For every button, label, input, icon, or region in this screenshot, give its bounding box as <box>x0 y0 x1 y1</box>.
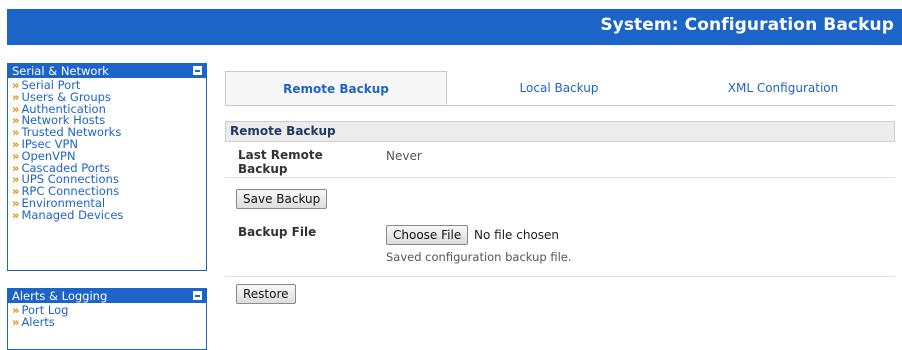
collapse-icon[interactable] <box>193 291 202 300</box>
sidebar-panel-title: Alerts & Logging <box>12 289 108 303</box>
last-remote-backup-row: Last Remote Backup Never <box>225 142 895 178</box>
backup-file-row: Backup File Choose File No file chosen S… <box>225 222 895 277</box>
sidebar-panel-title: Serial & Network <box>12 64 109 78</box>
tab-xml-configuration[interactable]: XML Configuration <box>671 71 895 105</box>
backup-file-label: Backup File <box>238 225 317 239</box>
sidebar-panel-header[interactable]: Serial & Network <box>8 64 206 78</box>
file-status-text: No file chosen <box>474 228 560 242</box>
page-title: System: Configuration Backup <box>600 15 894 35</box>
chevron-right-icon: » <box>12 207 20 222</box>
choose-file-button[interactable]: Choose File <box>386 225 469 245</box>
sidebar-item-managed-devices[interactable]: » Managed Devices <box>12 207 206 222</box>
last-remote-backup-value: Never <box>386 149 422 163</box>
tab-remote-backup[interactable]: Remote Backup <box>225 71 447 105</box>
file-picker: Choose File No file chosen <box>386 225 559 245</box>
section-title: Remote Backup <box>225 121 895 142</box>
sidebar-nav-list: » Port Log » Alerts <box>8 303 206 331</box>
sidebar-panel-serial-network: Serial & Network » Serial Port » Users & G… <box>7 63 207 271</box>
restore-row: Restore <box>225 277 895 317</box>
sidebar-panel-header[interactable]: Alerts & Logging <box>8 289 206 303</box>
backup-file-hint: Saved configuration backup file. <box>386 250 572 264</box>
sidebar-item-alerts[interactable]: » Alerts <box>12 314 206 329</box>
collapse-icon[interactable] <box>193 66 202 75</box>
save-backup-button[interactable]: Save Backup <box>236 189 328 209</box>
tab-bar: Remote Backup Local Backup XML Configura… <box>225 71 895 106</box>
page-header-bar: System: Configuration Backup <box>7 9 902 45</box>
sidebar-nav-list: » Serial Port » Users & Groups » Authentica… <box>8 78 206 224</box>
main-content: Remote Backup Local Backup XML Configura… <box>225 71 895 317</box>
restore-button[interactable]: Restore <box>236 284 296 304</box>
save-backup-row: Save Backup <box>225 178 895 222</box>
chevron-right-icon: » <box>12 314 20 329</box>
tab-local-backup[interactable]: Local Backup <box>447 71 671 105</box>
last-remote-backup-label: Last Remote Backup <box>238 148 323 176</box>
sidebar-panel-alerts-logging: Alerts & Logging » Port Log » Alerts <box>7 288 207 350</box>
